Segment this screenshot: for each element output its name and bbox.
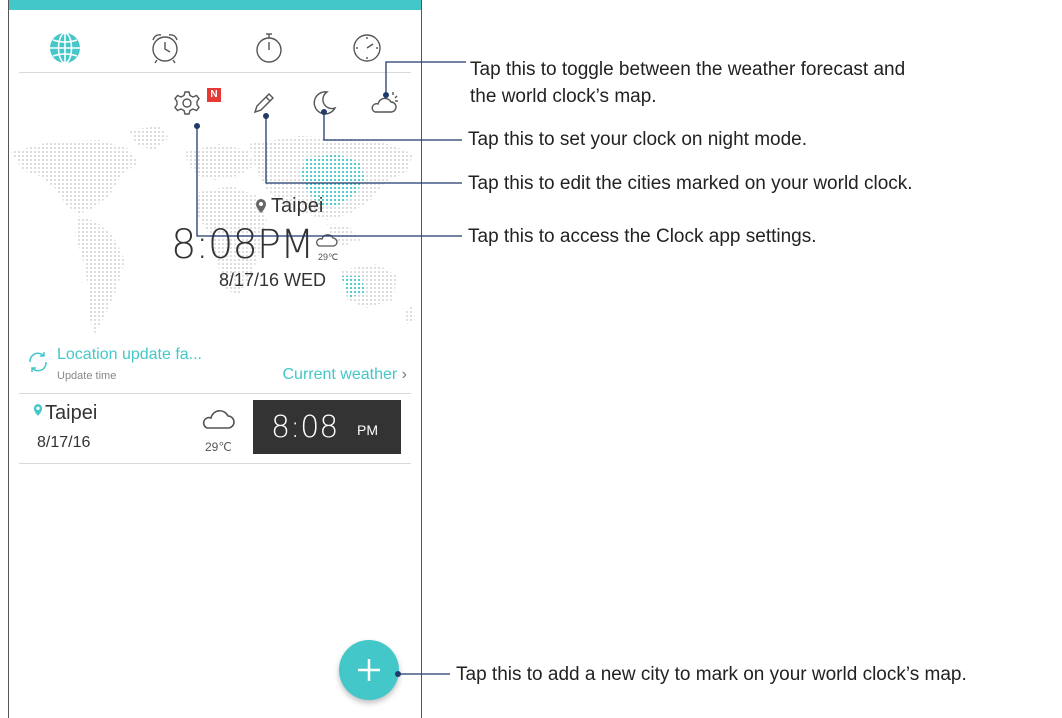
cloud-sun-icon xyxy=(371,92,398,113)
location-status: Location update fa... xyxy=(57,346,202,363)
gear-icon xyxy=(174,91,200,115)
globe-icon xyxy=(50,32,80,64)
current-weather-link[interactable]: Current weather › xyxy=(283,366,408,384)
add-city-button[interactable] xyxy=(339,640,399,700)
city-row-name[interactable]: Taipei xyxy=(33,402,97,425)
clock-tabs xyxy=(9,28,421,72)
tab-world-clock[interactable] xyxy=(45,28,85,68)
city-row-time-box[interactable]: 8:08 PM xyxy=(253,400,401,454)
current-weather-label: Current weather xyxy=(282,366,398,383)
tab-alarm[interactable] xyxy=(145,28,185,68)
callout-settings: Tap this to access the Clock app setting… xyxy=(468,226,817,247)
edit-cities-button[interactable] xyxy=(249,88,279,118)
city-row-ampm: PM xyxy=(357,422,378,438)
alarm-clock-icon xyxy=(152,34,178,64)
tab-stopwatch[interactable] xyxy=(249,28,289,68)
phone-screen: N Taipei 8:08PM 29℃ 8/17/16 WED Location… xyxy=(8,0,422,718)
hero-city: Taipei xyxy=(255,195,323,218)
cloud-icon xyxy=(316,234,338,247)
city-row-time: 8:08 xyxy=(271,410,339,445)
callout-night-mode: Tap this to set your clock on night mode… xyxy=(468,129,808,150)
callout-add-city: Tap this to add a new city to mark on yo… xyxy=(456,664,967,685)
tabs-divider xyxy=(19,72,411,73)
location-pin-icon xyxy=(33,404,43,416)
callout-edit-cities: Tap this to edit the cities marked on yo… xyxy=(468,173,913,194)
city-row-temp: 29℃ xyxy=(205,440,232,454)
moon-icon xyxy=(313,91,337,115)
update-time-label: Update time xyxy=(57,370,117,382)
night-mode-button[interactable] xyxy=(309,88,339,118)
callout-weather-toggle-line2: the world clock’s map. xyxy=(470,86,657,107)
location-pin-icon xyxy=(256,199,266,213)
timer-icon xyxy=(353,34,381,62)
hero-temp: 29℃ xyxy=(318,252,339,262)
divider xyxy=(19,463,411,464)
refresh-icon[interactable] xyxy=(26,350,50,374)
hero-date: 8/17/16 WED xyxy=(219,270,327,290)
cloud-icon xyxy=(202,410,235,429)
divider xyxy=(19,393,411,394)
callout-weather-toggle-line1: Tap this to toggle between the weather f… xyxy=(470,59,906,80)
settings-button[interactable] xyxy=(172,88,202,118)
city-row-date: 8/17/16 xyxy=(37,434,91,451)
chevron-right-icon: › xyxy=(401,366,407,383)
hero-city-label: Taipei xyxy=(271,195,324,217)
callout-weather-toggle: Tap this to toggle between the weather f… xyxy=(470,56,905,110)
stopwatch-icon xyxy=(256,33,282,63)
new-badge: N xyxy=(207,88,221,102)
plus-icon xyxy=(358,659,380,681)
weather-toggle-button[interactable] xyxy=(369,88,399,118)
pencil-icon xyxy=(253,93,274,114)
status-bar-accent xyxy=(9,0,421,10)
hero-time: 8:08PM xyxy=(171,222,314,268)
tab-timer[interactable] xyxy=(347,28,387,68)
city-row-label: Taipei xyxy=(45,402,98,424)
